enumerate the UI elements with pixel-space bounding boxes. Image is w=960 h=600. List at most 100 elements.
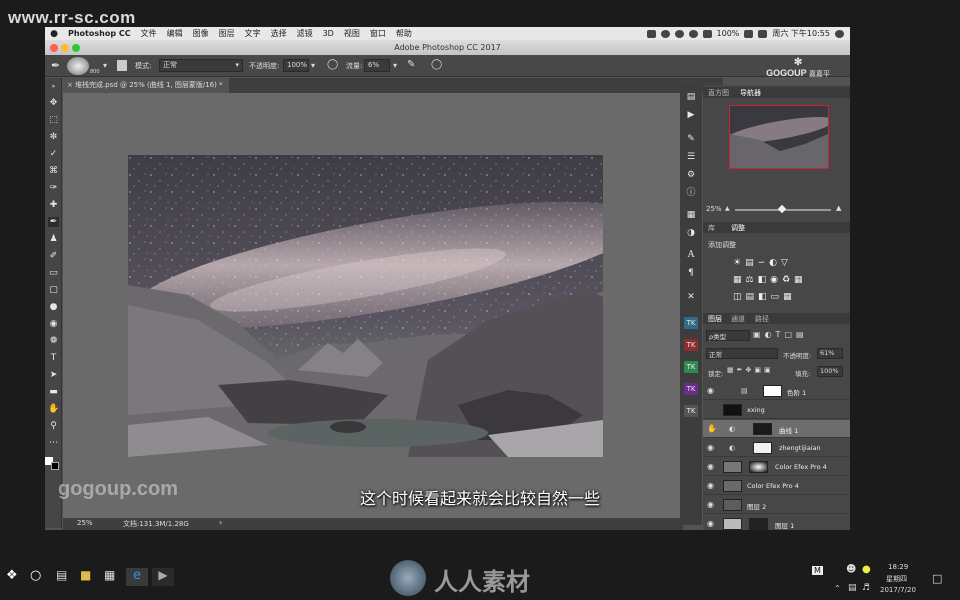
brush-preset-picker[interactable]: [67, 57, 89, 75]
tab-histogram[interactable]: 直方图: [708, 88, 729, 98]
tray-app-icon[interactable]: ☻: [846, 564, 856, 575]
menu-view[interactable]: 视图: [339, 28, 365, 39]
zoom-tool-icon[interactable]: ⚲: [48, 421, 59, 431]
quick-select-tool-icon[interactable]: ✓: [48, 149, 59, 159]
network-icon[interactable]: ▤: [848, 583, 857, 593]
eyedropper-tool-icon[interactable]: ✑: [48, 183, 59, 193]
menu-edit[interactable]: 编辑: [162, 28, 188, 39]
curves-icon[interactable]: ∽: [758, 258, 770, 268]
tab-channels[interactable]: 通道: [731, 314, 745, 324]
lasso-tool-icon[interactable]: ✼: [48, 132, 59, 142]
layer-opacity-input[interactable]: 61%: [817, 348, 843, 359]
canvas-area[interactable]: [63, 93, 683, 518]
milky-way-photo[interactable]: [128, 155, 603, 457]
brush-settings-panel-icon[interactable]: ✎: [684, 133, 698, 145]
vibrance-icon[interactable]: ▽: [781, 258, 792, 268]
clone-stamp-tool-icon[interactable]: ♟: [48, 234, 59, 244]
status-zoom[interactable]: 25%: [77, 519, 93, 527]
menu-app[interactable]: Photoshop CC: [63, 29, 136, 38]
hue-saturation-icon[interactable]: ▦: [733, 275, 746, 285]
tk-panel-icon[interactable]: TK: [684, 361, 698, 373]
color-balance-icon[interactable]: ⚖: [746, 275, 758, 285]
menu-type[interactable]: 文字: [240, 28, 266, 39]
edge-browser-icon[interactable]: e: [126, 568, 148, 586]
pressure-opacity-icon[interactable]: ◯: [327, 59, 338, 70]
layer-mask-thumbnail[interactable]: [749, 518, 768, 530]
menu-select[interactable]: 选择: [266, 28, 292, 39]
cortana-icon[interactable]: ○: [30, 568, 48, 586]
volume-icon[interactable]: [702, 29, 712, 38]
tab-adjustments[interactable]: 调整: [731, 223, 745, 233]
file-explorer-icon[interactable]: ■: [80, 568, 98, 586]
lock-transparent-icon[interactable]: ▦: [727, 366, 737, 374]
tab-layers[interactable]: 图层: [708, 314, 722, 324]
smart-filter-icon[interactable]: ▤: [796, 330, 808, 339]
close-tab-icon[interactable]: ×: [67, 81, 73, 89]
sync-icon[interactable]: [660, 29, 670, 38]
chevron-right-icon[interactable]: ›: [219, 518, 222, 527]
layer-row[interactable]: ◉ Color Efex Pro 4: [703, 458, 850, 476]
chevron-down-icon[interactable]: ▾: [393, 61, 397, 70]
menubar-clock[interactable]: 周六 下午10:55: [772, 28, 830, 39]
layer-filter-select[interactable]: ρ类型: [706, 330, 750, 341]
mode-select[interactable]: 正常 ▾: [159, 59, 243, 72]
lock-artboard-icon[interactable]: ▣: [754, 366, 764, 374]
menu-image[interactable]: 图像: [188, 28, 214, 39]
hand-tool-icon[interactable]: ✋: [48, 404, 59, 414]
zoom-window-button[interactable]: [72, 44, 80, 52]
crop-tool-icon[interactable]: ⌘: [48, 166, 59, 176]
chevron-down-icon[interactable]: ▾: [311, 61, 315, 70]
input-method-indicator[interactable]: M: [812, 566, 823, 575]
close-window-button[interactable]: [50, 44, 58, 52]
layer-mask-thumbnail[interactable]: [753, 442, 772, 454]
windows-start-icon[interactable]: ❖: [6, 568, 24, 586]
brush-tool-icon[interactable]: ✒: [51, 59, 60, 72]
gradient-tool-icon[interactable]: ▢: [48, 285, 59, 295]
menu-help[interactable]: 帮助: [391, 28, 417, 39]
adjustment-filter-icon[interactable]: ◐: [765, 330, 776, 339]
minimize-window-button[interactable]: [61, 44, 69, 52]
channel-mixer-icon[interactable]: ♻: [782, 275, 794, 285]
collapse-icon[interactable]: »: [48, 82, 59, 92]
visibility-eye-icon[interactable]: ◉: [707, 462, 717, 471]
lock-all-icon[interactable]: ▣: [764, 366, 774, 374]
zoom-out-icon[interactable]: ▲: [725, 205, 730, 212]
brush-panel-icon[interactable]: [117, 60, 127, 71]
tk-panel-icon[interactable]: TK: [684, 339, 698, 351]
tk-panel-icon[interactable]: TK: [684, 383, 698, 395]
selective-color-icon[interactable]: ▦: [783, 292, 796, 302]
layer-row[interactable]: ◉ ▤ 色阶 1: [703, 382, 850, 400]
history-brush-tool-icon[interactable]: ✐: [48, 251, 59, 261]
layer-thumbnail[interactable]: [723, 518, 742, 530]
pressure-size-icon[interactable]: ◯: [431, 59, 442, 70]
exposure-icon[interactable]: ◐: [769, 258, 781, 268]
photo-filter-icon[interactable]: ◉: [770, 275, 782, 285]
menu-window[interactable]: 窗口: [365, 28, 391, 39]
fill-input[interactable]: 100%: [817, 366, 843, 377]
posterize-icon[interactable]: ▤: [746, 292, 759, 302]
blur-tool-icon[interactable]: ●: [48, 302, 59, 312]
folder-icon[interactable]: ▦: [104, 568, 122, 586]
more-tools-icon[interactable]: ⋯: [48, 438, 59, 448]
pixel-filter-icon[interactable]: ▣: [753, 330, 765, 339]
layer-mask-thumbnail[interactable]: [749, 461, 768, 473]
blend-mode-select[interactable]: 正常: [706, 348, 778, 359]
layer-row[interactable]: ◉ 图层 1: [703, 515, 850, 530]
apple-icon[interactable]: ●: [45, 29, 63, 39]
invert-icon[interactable]: ◫: [733, 292, 746, 302]
layer-mask-thumbnail[interactable]: [763, 385, 782, 397]
gradient-map-icon[interactable]: ▭: [771, 292, 784, 302]
battery-icon[interactable]: [744, 29, 754, 38]
layer-mask-thumbnail[interactable]: [753, 423, 772, 435]
tk-panel-icon[interactable]: TK: [684, 405, 698, 417]
eraser-tool-icon[interactable]: ▭: [48, 268, 59, 278]
volume-icon[interactable]: ♬: [862, 583, 870, 593]
taskbar-time[interactable]: 18:29: [888, 563, 908, 571]
navigator-zoom[interactable]: 25%: [706, 205, 722, 213]
airbrush-icon[interactable]: ✎: [407, 59, 415, 70]
taskbar-date[interactable]: 2017/7/20: [880, 586, 916, 594]
menu-file[interactable]: 文件: [136, 28, 162, 39]
lock-paint-icon[interactable]: ✒: [737, 366, 746, 374]
document-tab[interactable]: 堆栈完成.psd @ 25% (曲线 1, 图层蒙版/16) *: [63, 78, 229, 93]
status-icon[interactable]: [646, 29, 656, 38]
